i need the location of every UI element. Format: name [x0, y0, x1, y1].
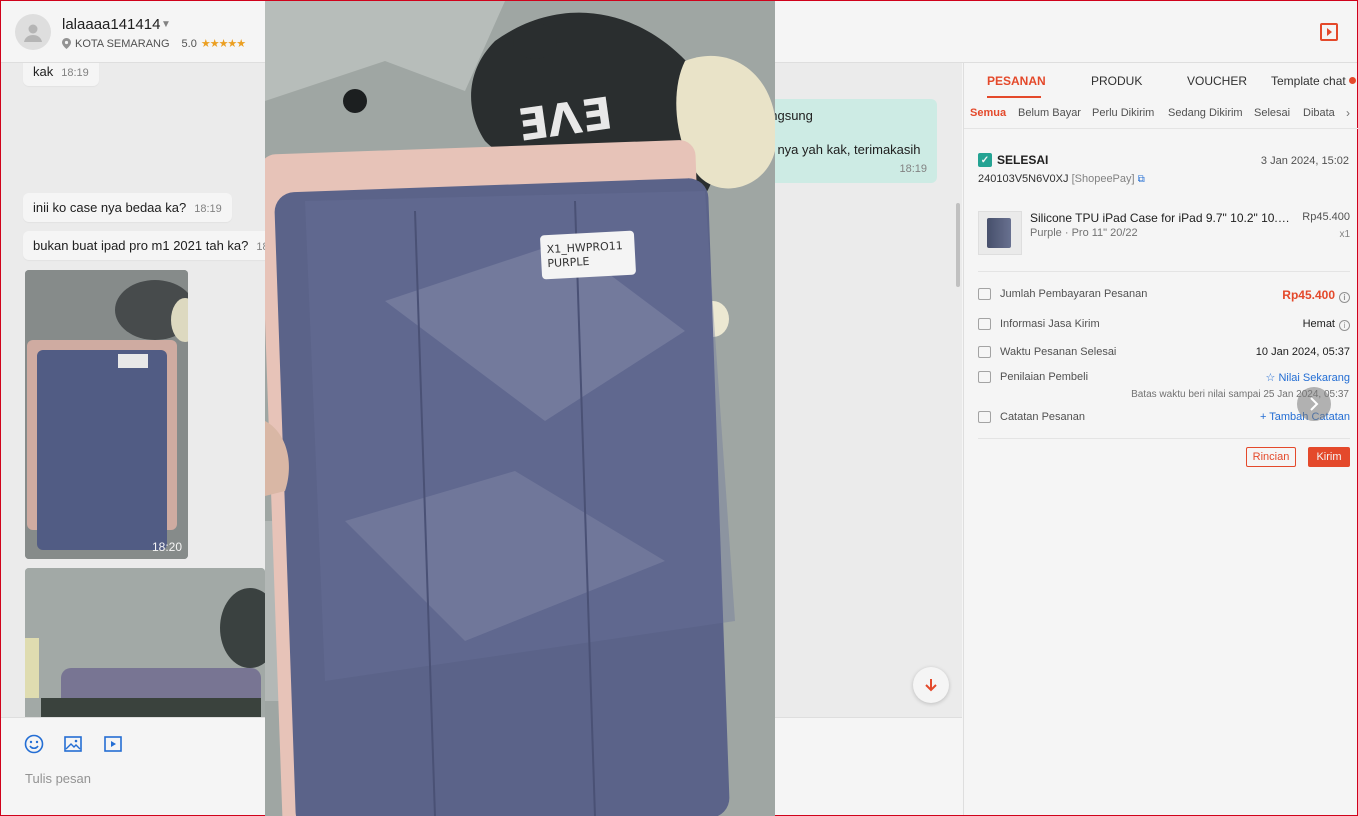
next-image-button[interactable] [1297, 387, 1331, 421]
svg-text:PURPLE: PURPLE [547, 255, 590, 270]
chevron-right-icon [1310, 397, 1319, 411]
enlarged-photo: ƎΛƎ X1_HWPRO11 PURPLE [265, 1, 775, 816]
chat-app: lalaaaa141414 ▼ KOTA SEMARANG 5.0 ★★★★★ … [1, 1, 1358, 816]
image-viewer[interactable]: ƎΛƎ X1_HWPRO11 PURPLE [265, 1, 775, 816]
